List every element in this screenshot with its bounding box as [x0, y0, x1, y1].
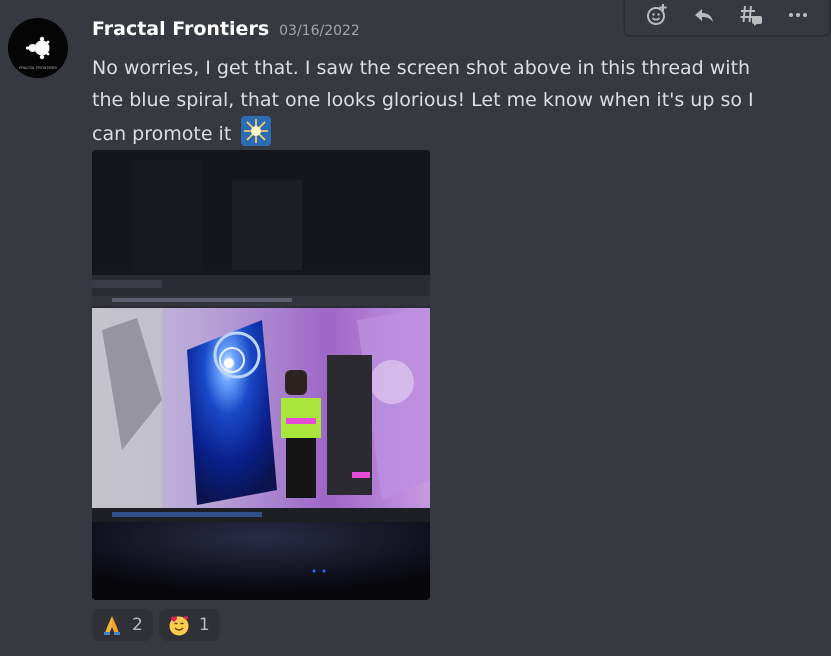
reactions-bar: 2 1 — [92, 609, 220, 641]
reaction-folded-hands[interactable]: 2 — [92, 609, 153, 641]
reaction-count: 1 — [198, 615, 210, 635]
chat-message: FRACTAL FRONTIERS Fractal Frontiers 03/1… — [0, 0, 831, 656]
author-avatar[interactable]: FRACTAL FRONTIERS — [8, 18, 68, 78]
reaction-smiling-face-with-hearts[interactable]: 1 — [158, 609, 220, 641]
more-options-icon — [788, 13, 807, 17]
add-reaction-button[interactable] — [641, 0, 673, 31]
create-thread-button[interactable] — [735, 0, 767, 31]
username[interactable]: Fractal Frontiers — [92, 18, 269, 40]
sparkle-star-emoji — [241, 116, 272, 146]
message-header: Fractal Frontiers 03/16/2022 — [92, 18, 360, 48]
timestamp[interactable]: 03/16/2022 — [279, 23, 360, 39]
smiling-face-with-hearts-icon — [169, 616, 189, 636]
message-hover-toolbar — [624, 0, 830, 36]
folded-hands-icon — [104, 616, 120, 635]
image-attachment[interactable] — [92, 150, 430, 600]
add-reaction-icon — [646, 4, 666, 25]
reply-icon — [694, 9, 713, 22]
message-content: No worries, I get that. I saw the screen… — [92, 52, 782, 150]
more-options-button[interactable] — [782, 0, 814, 31]
avatar-text: FRACTAL FRONTIERS — [19, 66, 57, 70]
reply-button[interactable] — [688, 0, 720, 31]
reaction-count: 2 — [132, 615, 143, 635]
create-thread-icon — [740, 5, 762, 26]
photo-of-monitor — [92, 150, 430, 600]
message-text: No worries, I get that. I saw the screen… — [92, 57, 754, 145]
mandelbrot-logo: FRACTAL FRONTIERS — [8, 18, 68, 78]
